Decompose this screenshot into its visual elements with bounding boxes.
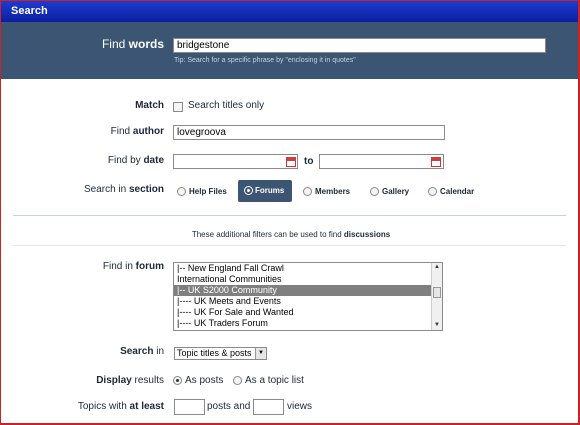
- section-label-calendar: Calendar: [440, 187, 475, 196]
- find-author-label: Find author: [110, 126, 164, 137]
- scroll-thumb[interactable]: [433, 287, 441, 298]
- display-results-label: Display results: [96, 375, 164, 386]
- forum-list-item[interactable]: |---- UK For Sale and Wanted: [174, 307, 442, 318]
- calendar-from-icon[interactable]: [286, 157, 296, 167]
- section-radio-help-files[interactable]: [177, 187, 186, 196]
- views-label: views: [287, 401, 313, 412]
- section-radio-calendar[interactable]: [428, 187, 437, 196]
- display-radio-as-posts[interactable]: [173, 376, 182, 385]
- date-to-label: to: [304, 156, 314, 167]
- section-label-gallery: Gallery: [382, 187, 410, 196]
- search-in-selected-value: Topic titles & posts: [177, 348, 252, 358]
- forum-list-item[interactable]: |-- New England Fall Crawl: [174, 263, 442, 274]
- section-divider: [13, 215, 566, 216]
- filters-divider: [13, 245, 566, 246]
- forum-list-item-selected[interactable]: |-- UK S2000 Community: [174, 285, 442, 296]
- section-label-forums: Forums: [255, 186, 285, 195]
- forum-list-item[interactable]: International Communities: [174, 274, 442, 285]
- forum-listbox-scrollbar[interactable]: ▲ ▼: [431, 263, 442, 330]
- search-in-label: Search in: [120, 346, 164, 357]
- display-label-topic-list: As a topic list: [245, 375, 304, 386]
- min-posts-input[interactable]: [174, 399, 205, 415]
- section-radio-members[interactable]: [303, 187, 312, 196]
- forum-listbox[interactable]: |-- New England Fall Crawl International…: [173, 262, 443, 331]
- find-date-label: Find by date: [107, 155, 164, 166]
- date-from-input[interactable]: [173, 154, 298, 169]
- find-in-forum-label: Find in forum: [102, 261, 164, 272]
- chevron-down-icon[interactable]: ▼: [255, 348, 266, 359]
- search-window: Search Find words Tip: Search for a spec…: [0, 0, 580, 425]
- min-views-input[interactable]: [253, 399, 284, 415]
- scroll-down-arrow-icon[interactable]: ▼: [432, 321, 442, 330]
- forum-list-item[interactable]: |---- UK Traders Forum: [174, 318, 442, 329]
- match-label: Match: [135, 100, 164, 111]
- forum-list-item[interactable]: |---- UK Meets and Events: [174, 296, 442, 307]
- display-label-as-posts: As posts: [185, 375, 224, 386]
- date-to-input[interactable]: [319, 154, 444, 169]
- search-in-select[interactable]: Topic titles & posts ▼: [174, 347, 267, 360]
- search-in-section-label: Search in section: [83, 184, 164, 195]
- section-label-members: Members: [315, 187, 351, 196]
- display-radio-topic-list[interactable]: [233, 376, 242, 385]
- search-titles-only-checkbox[interactable]: [173, 102, 183, 112]
- find-words-input[interactable]: [173, 38, 546, 53]
- window-title: Search: [1, 1, 578, 22]
- section-option-forums[interactable]: Forums: [238, 180, 292, 202]
- section-radio-gallery[interactable]: [370, 187, 379, 196]
- search-titles-only-label: Search titles only: [188, 100, 265, 111]
- calendar-to-icon[interactable]: [431, 157, 441, 167]
- find-author-input[interactable]: [173, 125, 445, 140]
- section-radio-forums[interactable]: [244, 186, 253, 195]
- topics-at-least-label: Topics with at least: [77, 401, 164, 412]
- scroll-up-arrow-icon[interactable]: ▲: [432, 263, 442, 272]
- section-label-help-files: Help Files: [189, 187, 227, 196]
- posts-and-label: posts and: [207, 401, 251, 412]
- find-words-label: Find words: [101, 37, 164, 51]
- find-words-tip: Tip: Search for a specific phrase by "en…: [174, 57, 356, 64]
- filters-note: These additional filters can be used to …: [191, 230, 391, 239]
